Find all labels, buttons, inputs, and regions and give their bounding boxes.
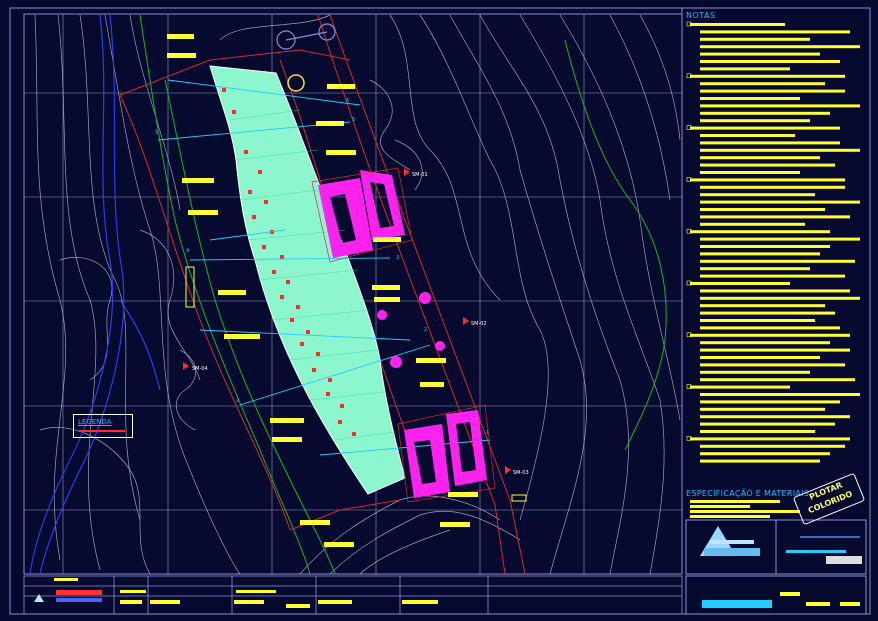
note-line: [700, 193, 815, 197]
note-line: [700, 274, 845, 278]
note-line: [690, 23, 785, 26]
spec-heading: ESPECIFICAÇÃO E MATERIAIS: [686, 489, 810, 498]
note-line: [700, 422, 835, 426]
note-line: [700, 348, 850, 352]
note-line: [690, 230, 830, 234]
note-line: [690, 126, 840, 130]
note-line: [700, 60, 840, 63]
note-line: [700, 30, 850, 34]
station-label: 5: [155, 130, 159, 136]
spec-line: [690, 505, 750, 508]
station-label: 6: [346, 98, 350, 104]
note-line: [700, 393, 860, 396]
note-line: [690, 333, 850, 337]
marker-label-sm04: SM-04: [192, 366, 208, 372]
note-line: [700, 171, 800, 174]
station-label: 5: [352, 117, 356, 123]
note-line: [700, 215, 850, 219]
marker-label-sm01: SM-01: [412, 172, 428, 178]
marker-label-sm02: SM-02: [471, 321, 487, 327]
note-line: [700, 267, 810, 271]
marker-label-sm03: SM-03: [513, 470, 529, 476]
note-line: [700, 163, 835, 167]
cad-drawing: [0, 0, 878, 621]
note-line: [700, 222, 805, 226]
note-line: [690, 385, 790, 389]
spec-line: [690, 500, 780, 503]
legend-heading: LEGENDA: [78, 418, 112, 426]
note-line: [700, 459, 820, 463]
note-line: [690, 282, 790, 285]
note-line: [700, 97, 800, 100]
station-label: 3: [396, 255, 400, 261]
note-line: [700, 237, 860, 241]
note-line: [700, 311, 835, 315]
note-line: [700, 156, 820, 160]
note-line: [700, 319, 815, 322]
note-line: [700, 111, 830, 115]
note-line: [700, 341, 830, 345]
note-line: [700, 200, 860, 204]
note-line: [700, 452, 830, 456]
note-line: [700, 289, 850, 293]
note-line: [700, 148, 860, 152]
note-line: [700, 259, 855, 263]
note-line: [700, 444, 845, 448]
notes-heading: NOTAS: [686, 11, 716, 20]
note-line: [700, 82, 825, 86]
note-line: [700, 304, 825, 308]
note-line: [700, 52, 820, 56]
note-line: [700, 296, 860, 300]
note-line: [700, 45, 860, 49]
note-line: [700, 134, 795, 137]
note-line: [700, 89, 845, 93]
spec-line: [690, 510, 800, 513]
note-line: [700, 104, 860, 108]
note-line: [700, 67, 790, 71]
legend-red-line: [79, 430, 125, 432]
note-line: [700, 252, 820, 256]
note-line: [700, 356, 820, 359]
note-line: [700, 430, 815, 433]
note-line: [700, 370, 810, 374]
note-line: [700, 415, 850, 419]
station-label: 4: [186, 248, 190, 254]
note-line: [700, 363, 845, 367]
note-line: [700, 37, 810, 41]
note-line: [690, 74, 845, 78]
spec-line: [690, 515, 770, 518]
note-line: [700, 378, 855, 382]
note-line: [700, 185, 845, 189]
note-line: [690, 178, 845, 182]
note-line: [700, 400, 840, 404]
note-line: [700, 326, 840, 330]
note-line: [690, 437, 850, 441]
note-line: [700, 245, 830, 248]
note-line: [700, 407, 825, 411]
note-line: [700, 208, 825, 211]
legend-box: LEGENDA: [73, 414, 133, 438]
note-line: [700, 141, 840, 145]
station-label: 2: [236, 398, 240, 404]
station-label: 2: [424, 327, 428, 333]
note-line: [700, 119, 810, 123]
station-label: 1: [486, 430, 490, 436]
